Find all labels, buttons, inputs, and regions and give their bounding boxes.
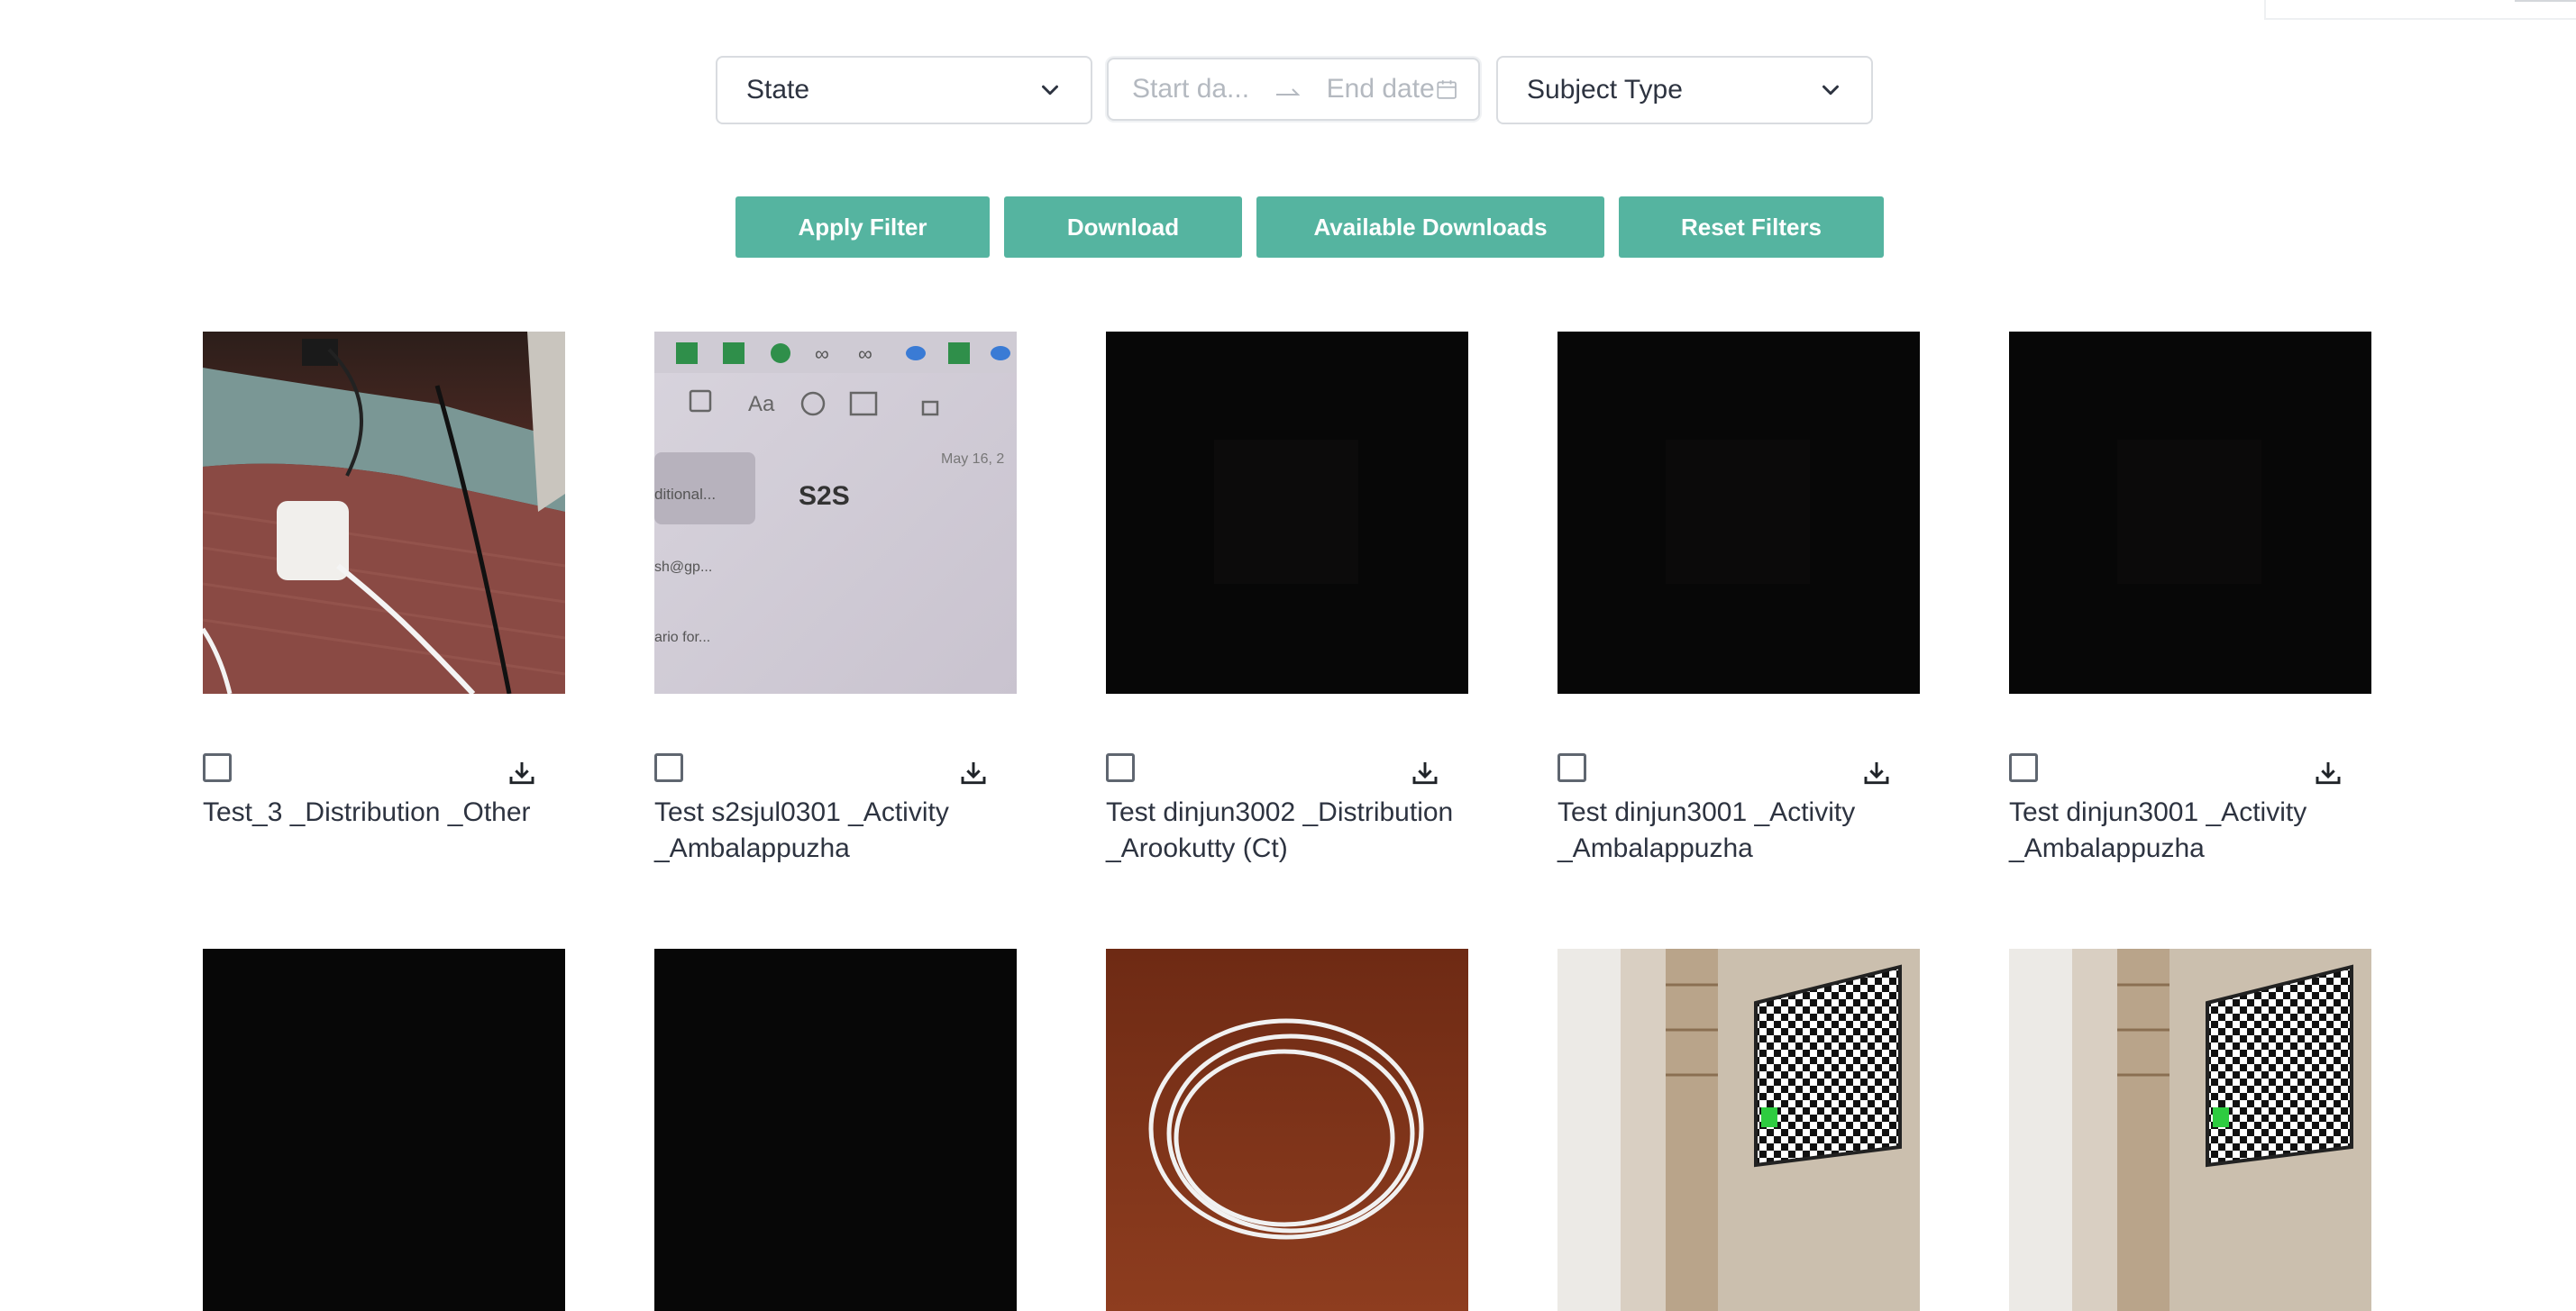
chevron-down-icon (1042, 85, 1058, 96)
thumb-text-additional: ditional... (654, 486, 716, 503)
thumb-text-s2s: S2S (799, 481, 850, 511)
chevron-down-icon (1822, 85, 1839, 96)
checkerboard-room-photo (1557, 949, 1920, 1311)
thumb-text-email: sh@gp... (654, 560, 712, 575)
download-icon[interactable] (1862, 759, 1891, 788)
download-icon[interactable] (1411, 759, 1439, 788)
download-icon[interactable] (507, 759, 536, 788)
dark-photo (203, 949, 565, 1311)
media-card (654, 949, 1017, 1311)
media-thumbnail[interactable] (1106, 332, 1468, 694)
media-thumbnail[interactable] (2009, 949, 2371, 1311)
thumb-text-scenario: ario for... (654, 630, 710, 645)
select-checkbox[interactable] (2009, 753, 2038, 782)
media-card: Test dinjun3001 _Activity _Ambalappuzha (2009, 332, 2371, 867)
subject-type-select[interactable]: Subject Type (1496, 56, 1873, 124)
download-button[interactable]: Download (1004, 196, 1242, 258)
media-caption: Test dinjun3001 _Activity _Ambalappuzha (2009, 797, 2307, 863)
media-thumbnail[interactable] (1106, 949, 1468, 1311)
svg-text:∞: ∞ (858, 342, 872, 365)
media-card (1557, 949, 1920, 1311)
media-card: ∞ ∞ Aa May 16, 2 ditional... S2S sh@gp..… (654, 332, 1017, 867)
top-right-panel-edge (2264, 0, 2576, 20)
calendar-icon (1437, 80, 1457, 99)
media-thumbnail[interactable] (1557, 332, 1920, 694)
state-select[interactable]: State (716, 56, 1092, 124)
dark-photo (2009, 332, 2371, 694)
media-caption: Test dinjun3002 _Distribution _Arookutty… (1106, 797, 1454, 863)
dark-photo (654, 949, 1017, 1311)
svg-text:∞: ∞ (815, 342, 829, 365)
media-caption: Test s2sjul0301 _Activity _Ambalappuzha (654, 797, 949, 863)
media-card (2009, 949, 2371, 1311)
end-date-input[interactable]: End date (1327, 74, 1435, 105)
dark-photo (1106, 332, 1468, 694)
media-thumbnail[interactable] (2009, 332, 2371, 694)
start-date-input[interactable]: Start da... (1132, 74, 1250, 105)
select-checkbox[interactable] (654, 753, 683, 782)
thumb-text-date: May 16, 2 (941, 451, 1004, 467)
media-card (1106, 949, 1468, 1311)
subject-type-select-label: Subject Type (1527, 75, 1683, 105)
download-icon[interactable] (2314, 759, 2343, 788)
state-select-label: State (746, 75, 810, 105)
select-checkbox[interactable] (1557, 753, 1586, 782)
thumb-text-aa: Aa (748, 392, 775, 416)
date-range-picker[interactable]: Start da... End date (1107, 58, 1480, 121)
screen-photo-s2s: ∞ ∞ Aa May 16, 2 ditional... S2S sh@gp..… (654, 332, 1017, 694)
media-thumbnail[interactable] (654, 949, 1017, 1311)
apply-filter-button[interactable]: Apply Filter (735, 196, 990, 258)
media-card: Test dinjun3001 _Activity _Ambalappuzha (1557, 332, 1920, 867)
select-checkbox[interactable] (1106, 753, 1135, 782)
download-icon[interactable] (959, 759, 988, 788)
media-thumbnail[interactable] (203, 949, 565, 1311)
charger-photo (203, 332, 565, 694)
media-thumbnail[interactable] (1557, 949, 1920, 1311)
dark-photo (1557, 332, 1920, 694)
media-thumbnail[interactable]: ∞ ∞ Aa May 16, 2 ditional... S2S sh@gp..… (654, 332, 1017, 694)
swap-right-icon (1270, 80, 1306, 98)
media-card: Test dinjun3002 _Distribution _Arookutty… (1106, 332, 1468, 867)
media-thumbnail[interactable] (203, 332, 565, 694)
checkerboard-room-photo (2009, 949, 2371, 1311)
media-card: Test_3 _Distribution _Other (203, 332, 565, 831)
available-downloads-button[interactable]: Available Downloads (1256, 196, 1604, 258)
media-card (203, 949, 565, 1311)
reset-filters-button[interactable]: Reset Filters (1619, 196, 1884, 258)
media-caption: Test dinjun3001 _Activity _Ambalappuzha (1557, 797, 1856, 863)
select-checkbox[interactable] (203, 753, 232, 782)
cable-photo (1106, 949, 1468, 1311)
